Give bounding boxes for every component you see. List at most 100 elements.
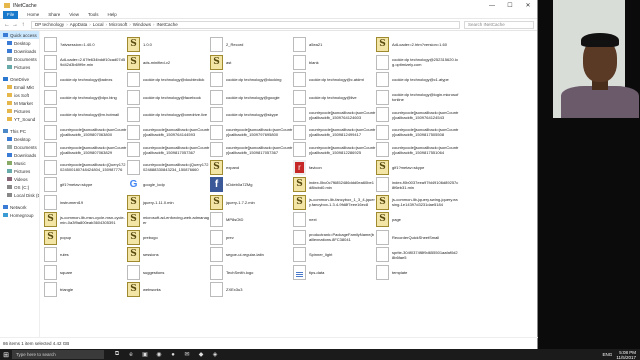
file-item[interactable]: index-f0b0037eea97fd49106d89257c8f6eb31.…: [376, 176, 459, 194]
sidebar-item[interactable]: Quick access: [0, 31, 39, 39]
file-item[interactable]: countrycode[jsoncallback=jsonCountry]cal…: [376, 141, 459, 159]
file-item[interactable]: cookie:dp technology@adnxs: [44, 71, 127, 89]
sidebar-item[interactable]: Pictures: [0, 63, 39, 71]
file-item[interactable]: cookie:dp technology@onedrive.live: [127, 106, 210, 124]
file-item[interactable]: countrycode[jsoncallback=jsonCountry]cal…: [44, 124, 127, 142]
taskbar-search-input[interactable]: Type here to search: [12, 350, 104, 359]
file-item[interactable]: Spinner_light: [293, 246, 376, 264]
breadcrumb-item[interactable]: Windows: [133, 22, 151, 27]
tab-view[interactable]: View: [69, 12, 79, 17]
file-item[interactable]: 1.0.0: [127, 36, 210, 54]
sidebar-item[interactable]: Downloads: [0, 47, 39, 55]
forward-arrow-icon[interactable]: →: [11, 22, 19, 28]
file-item[interactable]: countrycode[jsoncallback=jsonCountry]cal…: [376, 124, 459, 142]
file-item[interactable]: cookie:dp technology@c1.atype: [376, 71, 459, 89]
sidebar-item[interactable]: Documents: [0, 55, 39, 63]
file-item[interactable]: prev: [210, 229, 293, 247]
file-item[interactable]: cookie:dp technology@dpx.bing: [44, 89, 127, 107]
address-bar[interactable]: DP technology › AppData › Local › Microsoft…: [31, 20, 460, 29]
file-item[interactable]: 2_Record: [210, 36, 293, 54]
file-item[interactable]: segoe-ui-regular-latin: [210, 246, 293, 264]
file-item[interactable]: countrycode[jsoncallback=jsonCountry]cal…: [127, 141, 210, 159]
file-item[interactable]: countrycode[jsoncallback=jsonCountry]cal…: [210, 124, 293, 142]
sidebar-item[interactable]: Homegroup: [0, 211, 39, 219]
sidebar-item[interactable]: Pictures: [0, 107, 39, 115]
sidebar-item[interactable]: Desktop: [0, 39, 39, 47]
file-item[interactable]: countrycode[jsoncallback=jsonCountry]cal…: [210, 141, 293, 159]
file-item[interactable]: webworks: [127, 281, 210, 299]
file-item[interactable]: prebogo: [127, 229, 210, 247]
sidebar-item[interactable]: Local Disk (D:): [0, 191, 39, 199]
file-item[interactable]: hDdeb0a7ZMg: [210, 176, 293, 194]
file-item[interactable]: gif1?metav=skype: [376, 159, 459, 177]
file-item[interactable]: template: [376, 264, 459, 282]
tab-tools[interactable]: Tools: [88, 12, 99, 17]
file-item[interactable]: next: [293, 211, 376, 229]
file-item[interactable]: tips-data: [293, 264, 376, 282]
taskbar-app-icon[interactable]: ●: [166, 349, 180, 360]
file-item[interactable]: cookie:dp technology@docking: [210, 71, 293, 89]
breadcrumb-item[interactable]: AppData: [70, 22, 88, 27]
sidebar-item[interactable]: YT_Sound: [0, 115, 39, 123]
file-item[interactable]: square: [44, 264, 127, 282]
file-item[interactable]: cookie:dp technology@m.hotmail: [44, 106, 127, 124]
file-item[interactable]: js-common-lib-fancybox_1_3_4-jquery.fanc…: [293, 194, 376, 212]
sidebar-item[interactable]: This PC: [0, 127, 39, 135]
tab-share[interactable]: Share: [48, 12, 60, 17]
file-item[interactable]: cookie:dp technology@facebook: [127, 89, 210, 107]
file-item[interactable]: favicon: [293, 159, 376, 177]
breadcrumb-item[interactable]: INetCache: [157, 22, 178, 27]
file-item[interactable]: RecorderQuickSheetSmall: [376, 229, 459, 247]
file-item[interactable]: blank: [293, 54, 376, 72]
file-item[interactable]: TechSmith.logo: [210, 264, 293, 282]
file-item[interactable]: countrycode[jsoncallback=jsonCountry]cal…: [127, 124, 210, 142]
file-item[interactable]: cookie:dp technology@skype: [210, 106, 293, 124]
back-arrow-icon[interactable]: ←: [3, 22, 11, 28]
file-item[interactable]: cookie:dp technology@doubleclick: [127, 71, 210, 89]
file-item[interactable]: ?atvsession=1.40.0: [44, 36, 127, 54]
file-item[interactable]: ZXEx3u3: [210, 281, 293, 299]
up-arrow-icon[interactable]: ↑: [19, 22, 27, 28]
file-item[interactable]: instrument19: [44, 194, 127, 212]
file-item[interactable]: countrycode[jsoncallback=jsonCountry]cal…: [293, 141, 376, 159]
file-item[interactable]: sessions: [127, 246, 210, 264]
file-item[interactable]: ads-minified-v2: [127, 54, 210, 72]
file-item[interactable]: AdLoader=2.htm?version=1.60: [376, 36, 459, 54]
sidebar-item[interactable]: Desktop: [0, 135, 39, 143]
file-item[interactable]: expand: [210, 159, 293, 177]
windows-start-icon[interactable]: ⊞: [0, 349, 12, 360]
file-item[interactable]: countrycode[jsoncallback=jsonCountry]cal…: [293, 124, 376, 142]
taskbar-app-icon[interactable]: ◈: [208, 349, 222, 360]
file-item[interactable]: cookie:dp technology@252315620.log.optim…: [376, 54, 459, 72]
file-item[interactable]: a5ea21: [293, 36, 376, 54]
taskbar-app-icon[interactable]: e: [124, 349, 138, 360]
clock[interactable]: 5:08 PM 11/5/2017: [616, 350, 636, 360]
search-input[interactable]: Search INetCache: [464, 20, 534, 29]
file-item[interactable]: js-common-lib-msn-cycle-msn-cycle-min-0a…: [44, 211, 127, 229]
breadcrumb-item[interactable]: Local: [93, 22, 104, 27]
file-item[interactable]: popup: [44, 229, 127, 247]
file-item[interactable]: ast: [210, 54, 293, 72]
file-item[interactable]: countrycode[jsoncallback=jsonCountry]cal…: [293, 106, 376, 124]
sidebar-item[interactable]: Videos: [0, 175, 39, 183]
sidebar-item[interactable]: M Market: [0, 99, 39, 107]
sidebar-item[interactable]: Pictures: [0, 167, 39, 175]
taskbar-app-icon[interactable]: ✉: [180, 349, 194, 360]
file-item[interactable]: countrycode[jsoncallback=jQuery172024500…: [44, 159, 127, 177]
file-item[interactable]: cookie:dp technology@login.microsoftonli…: [376, 89, 459, 107]
file-item[interactable]: google_lodp: [127, 176, 210, 194]
sidebar-item[interactable]: Network: [0, 203, 39, 211]
file-item[interactable]: cookie:dp technology@live: [293, 89, 376, 107]
taskbar-app-icon[interactable]: ⧉: [110, 349, 124, 360]
close-button[interactable]: ✕: [519, 0, 537, 11]
taskbar-app-icon[interactable]: ▣: [138, 349, 152, 360]
file-item[interactable]: triangle: [44, 281, 127, 299]
file-item[interactable]: cookie:dp technology@google: [210, 89, 293, 107]
sidebar-item[interactable]: OneDrive: [0, 75, 39, 83]
maximize-button[interactable]: ☐: [501, 0, 519, 11]
file-item[interactable]: rules: [44, 246, 127, 264]
minimize-button[interactable]: —: [483, 0, 501, 11]
file-item[interactable]: gif1?metav=skype: [44, 176, 127, 194]
tab-file[interactable]: File: [3, 10, 19, 19]
taskbar-app-icon[interactable]: ◆: [194, 349, 208, 360]
